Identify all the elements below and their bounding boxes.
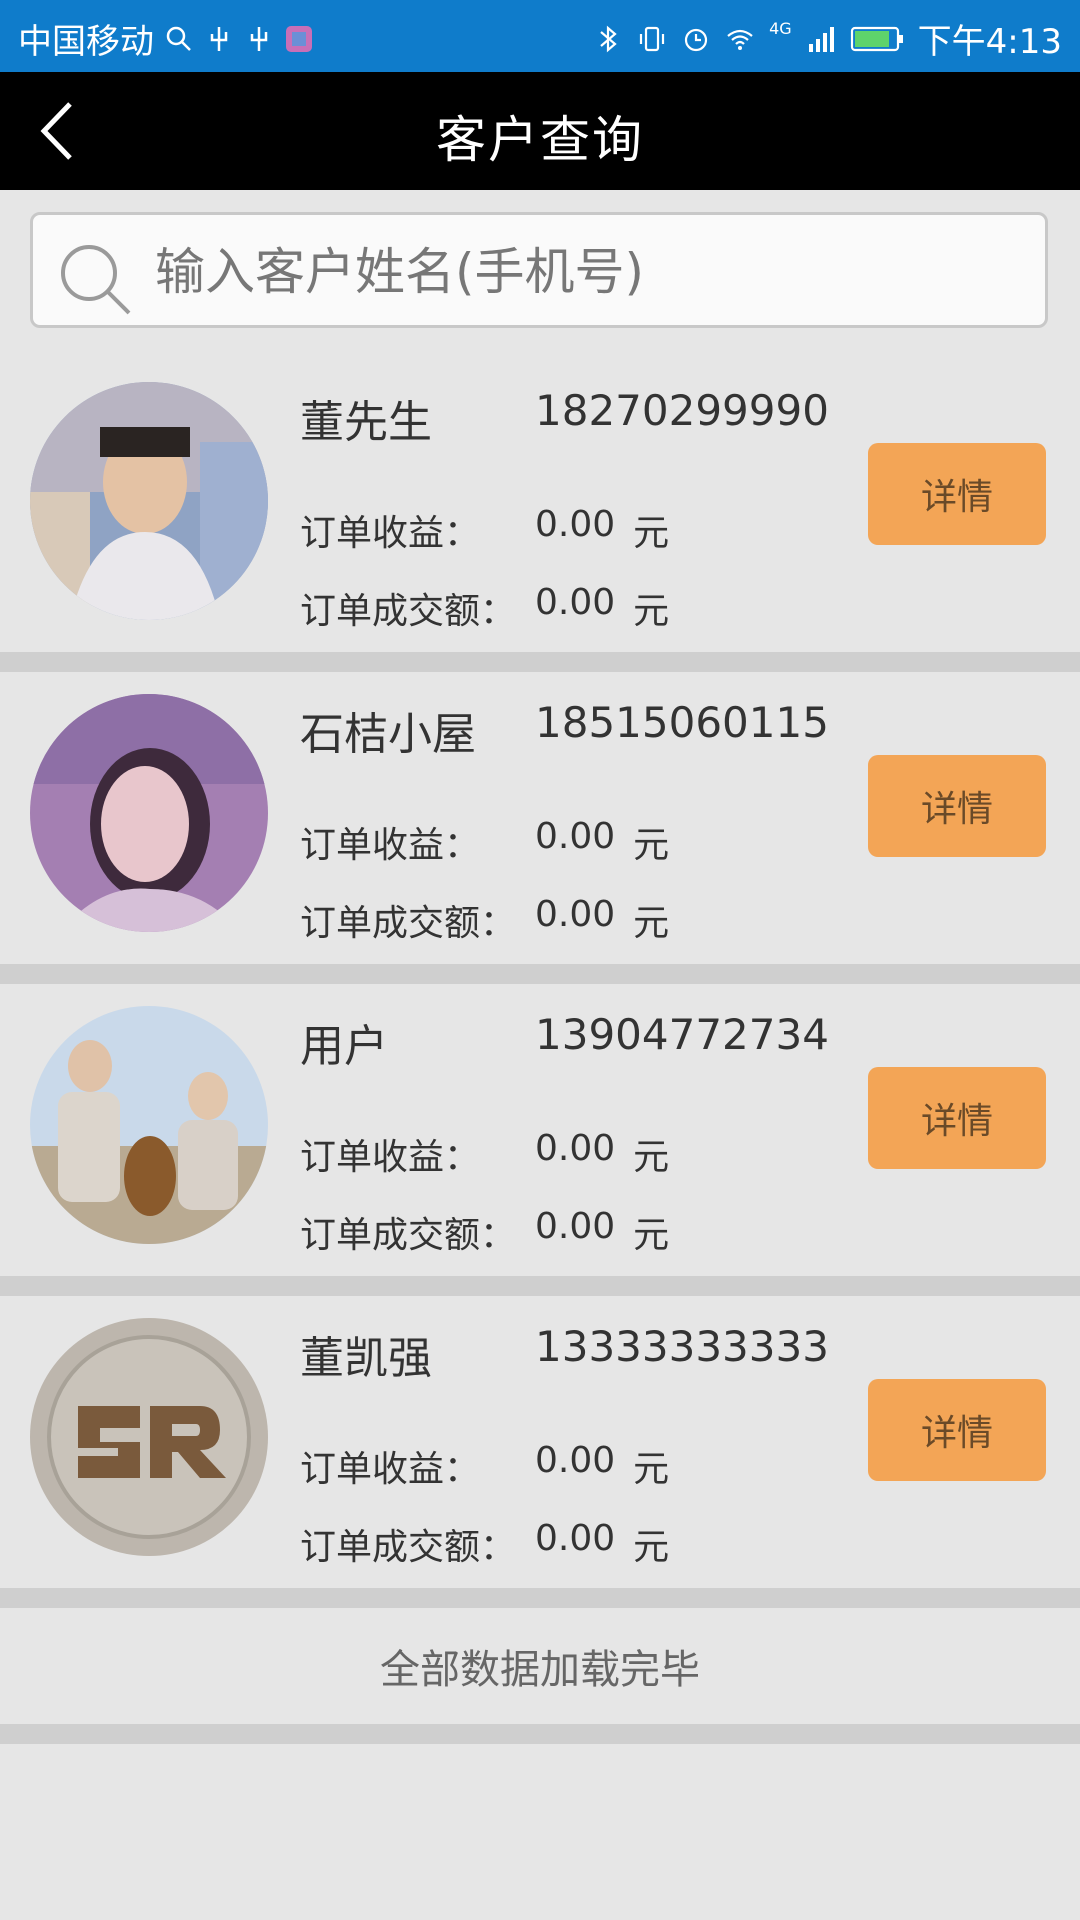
alarm-icon bbox=[684, 28, 708, 51]
order-income-label: 订单收益： bbox=[300, 1137, 481, 1178]
customer-name: 董先生 bbox=[300, 397, 432, 448]
avatar bbox=[30, 382, 268, 620]
search-status-icon bbox=[166, 26, 191, 51]
customer-phone: 13904772734 bbox=[535, 1010, 829, 1059]
order-deal-value: 0.00 bbox=[535, 894, 616, 935]
order-income-value: 0.00 bbox=[535, 1440, 616, 1481]
vibrate-icon bbox=[639, 26, 665, 51]
customer-name: 董凯强 bbox=[300, 1333, 432, 1384]
load-complete-message: 全部数据加载完毕 bbox=[0, 1608, 1080, 1744]
order-deal-label: 订单成交额： bbox=[300, 1215, 517, 1256]
usb-icon bbox=[210, 26, 228, 51]
search-icon bbox=[61, 245, 131, 315]
order-deal-value: 0.00 bbox=[535, 1518, 616, 1559]
search-box[interactable] bbox=[30, 212, 1048, 328]
currency-unit: 元 bbox=[633, 1449, 670, 1490]
avatar bbox=[30, 1318, 268, 1556]
order-deal-label: 订单成交额： bbox=[300, 903, 517, 944]
usb-icon bbox=[250, 26, 268, 51]
top-bar: 客户查询 bbox=[0, 72, 1080, 190]
detail-button[interactable]: 详情 bbox=[868, 1067, 1046, 1169]
currency-unit: 元 bbox=[633, 1137, 670, 1178]
search-input[interactable] bbox=[153, 233, 1017, 311]
customer-list: 董先生 18270299990 订单收益： 0.00 元 订单成交额： 0.00… bbox=[0, 360, 1080, 1744]
currency-unit: 元 bbox=[633, 1527, 670, 1568]
order-deal-value: 0.00 bbox=[535, 582, 616, 623]
order-income-label: 订单收益： bbox=[300, 513, 481, 554]
customer-phone: 13333333333 bbox=[535, 1322, 829, 1371]
customer-card: 董凯强 13333333333 订单收益： 0.00 元 订单成交额： 0.00… bbox=[0, 1296, 1080, 1608]
customer-card: 用户 13904772734 订单收益： 0.00 元 订单成交额： 0.00 … bbox=[0, 984, 1080, 1296]
page-title: 客户查询 bbox=[436, 111, 644, 169]
bluetooth-icon bbox=[600, 25, 617, 52]
app-notification-icon bbox=[286, 25, 312, 52]
order-income-value: 0.00 bbox=[535, 504, 616, 545]
customer-phone: 18270299990 bbox=[535, 386, 829, 435]
carrier-label: 中国移动 bbox=[18, 22, 154, 62]
avatar bbox=[30, 694, 268, 932]
order-deal-label: 订单成交额： bbox=[300, 1527, 517, 1568]
order-deal-value: 0.00 bbox=[535, 1206, 616, 1247]
currency-unit: 元 bbox=[633, 513, 670, 554]
order-income-value: 0.00 bbox=[535, 816, 616, 857]
order-income-label: 订单收益： bbox=[300, 1449, 481, 1490]
clock-label: 下午4:13 bbox=[917, 22, 1062, 62]
status-bar: 中国移动 4G 下午4:13 bbox=[0, 0, 1080, 72]
detail-button[interactable]: 详情 bbox=[868, 755, 1046, 857]
battery-icon bbox=[850, 26, 903, 51]
customer-name: 石桔小屋 bbox=[300, 709, 476, 760]
customer-name: 用户 bbox=[300, 1021, 388, 1072]
signal-icon bbox=[808, 26, 834, 52]
wifi-icon bbox=[727, 29, 753, 50]
customer-phone: 18515060115 bbox=[535, 698, 829, 747]
order-deal-label: 订单成交额： bbox=[300, 591, 517, 632]
order-income-value: 0.00 bbox=[535, 1128, 616, 1169]
order-income-label: 订单收益： bbox=[300, 825, 481, 866]
detail-button[interactable]: 详情 bbox=[868, 1379, 1046, 1481]
customer-card: 董先生 18270299990 订单收益： 0.00 元 订单成交额： 0.00… bbox=[0, 360, 1080, 672]
avatar bbox=[30, 1006, 268, 1244]
network-type-label: 4G bbox=[769, 19, 792, 38]
detail-button[interactable]: 详情 bbox=[868, 443, 1046, 545]
currency-unit: 元 bbox=[633, 903, 670, 944]
currency-unit: 元 bbox=[633, 825, 670, 866]
customer-card: 石桔小屋 18515060115 订单收益： 0.00 元 订单成交额： 0.0… bbox=[0, 672, 1080, 984]
currency-unit: 元 bbox=[633, 591, 670, 632]
currency-unit: 元 bbox=[633, 1215, 670, 1256]
